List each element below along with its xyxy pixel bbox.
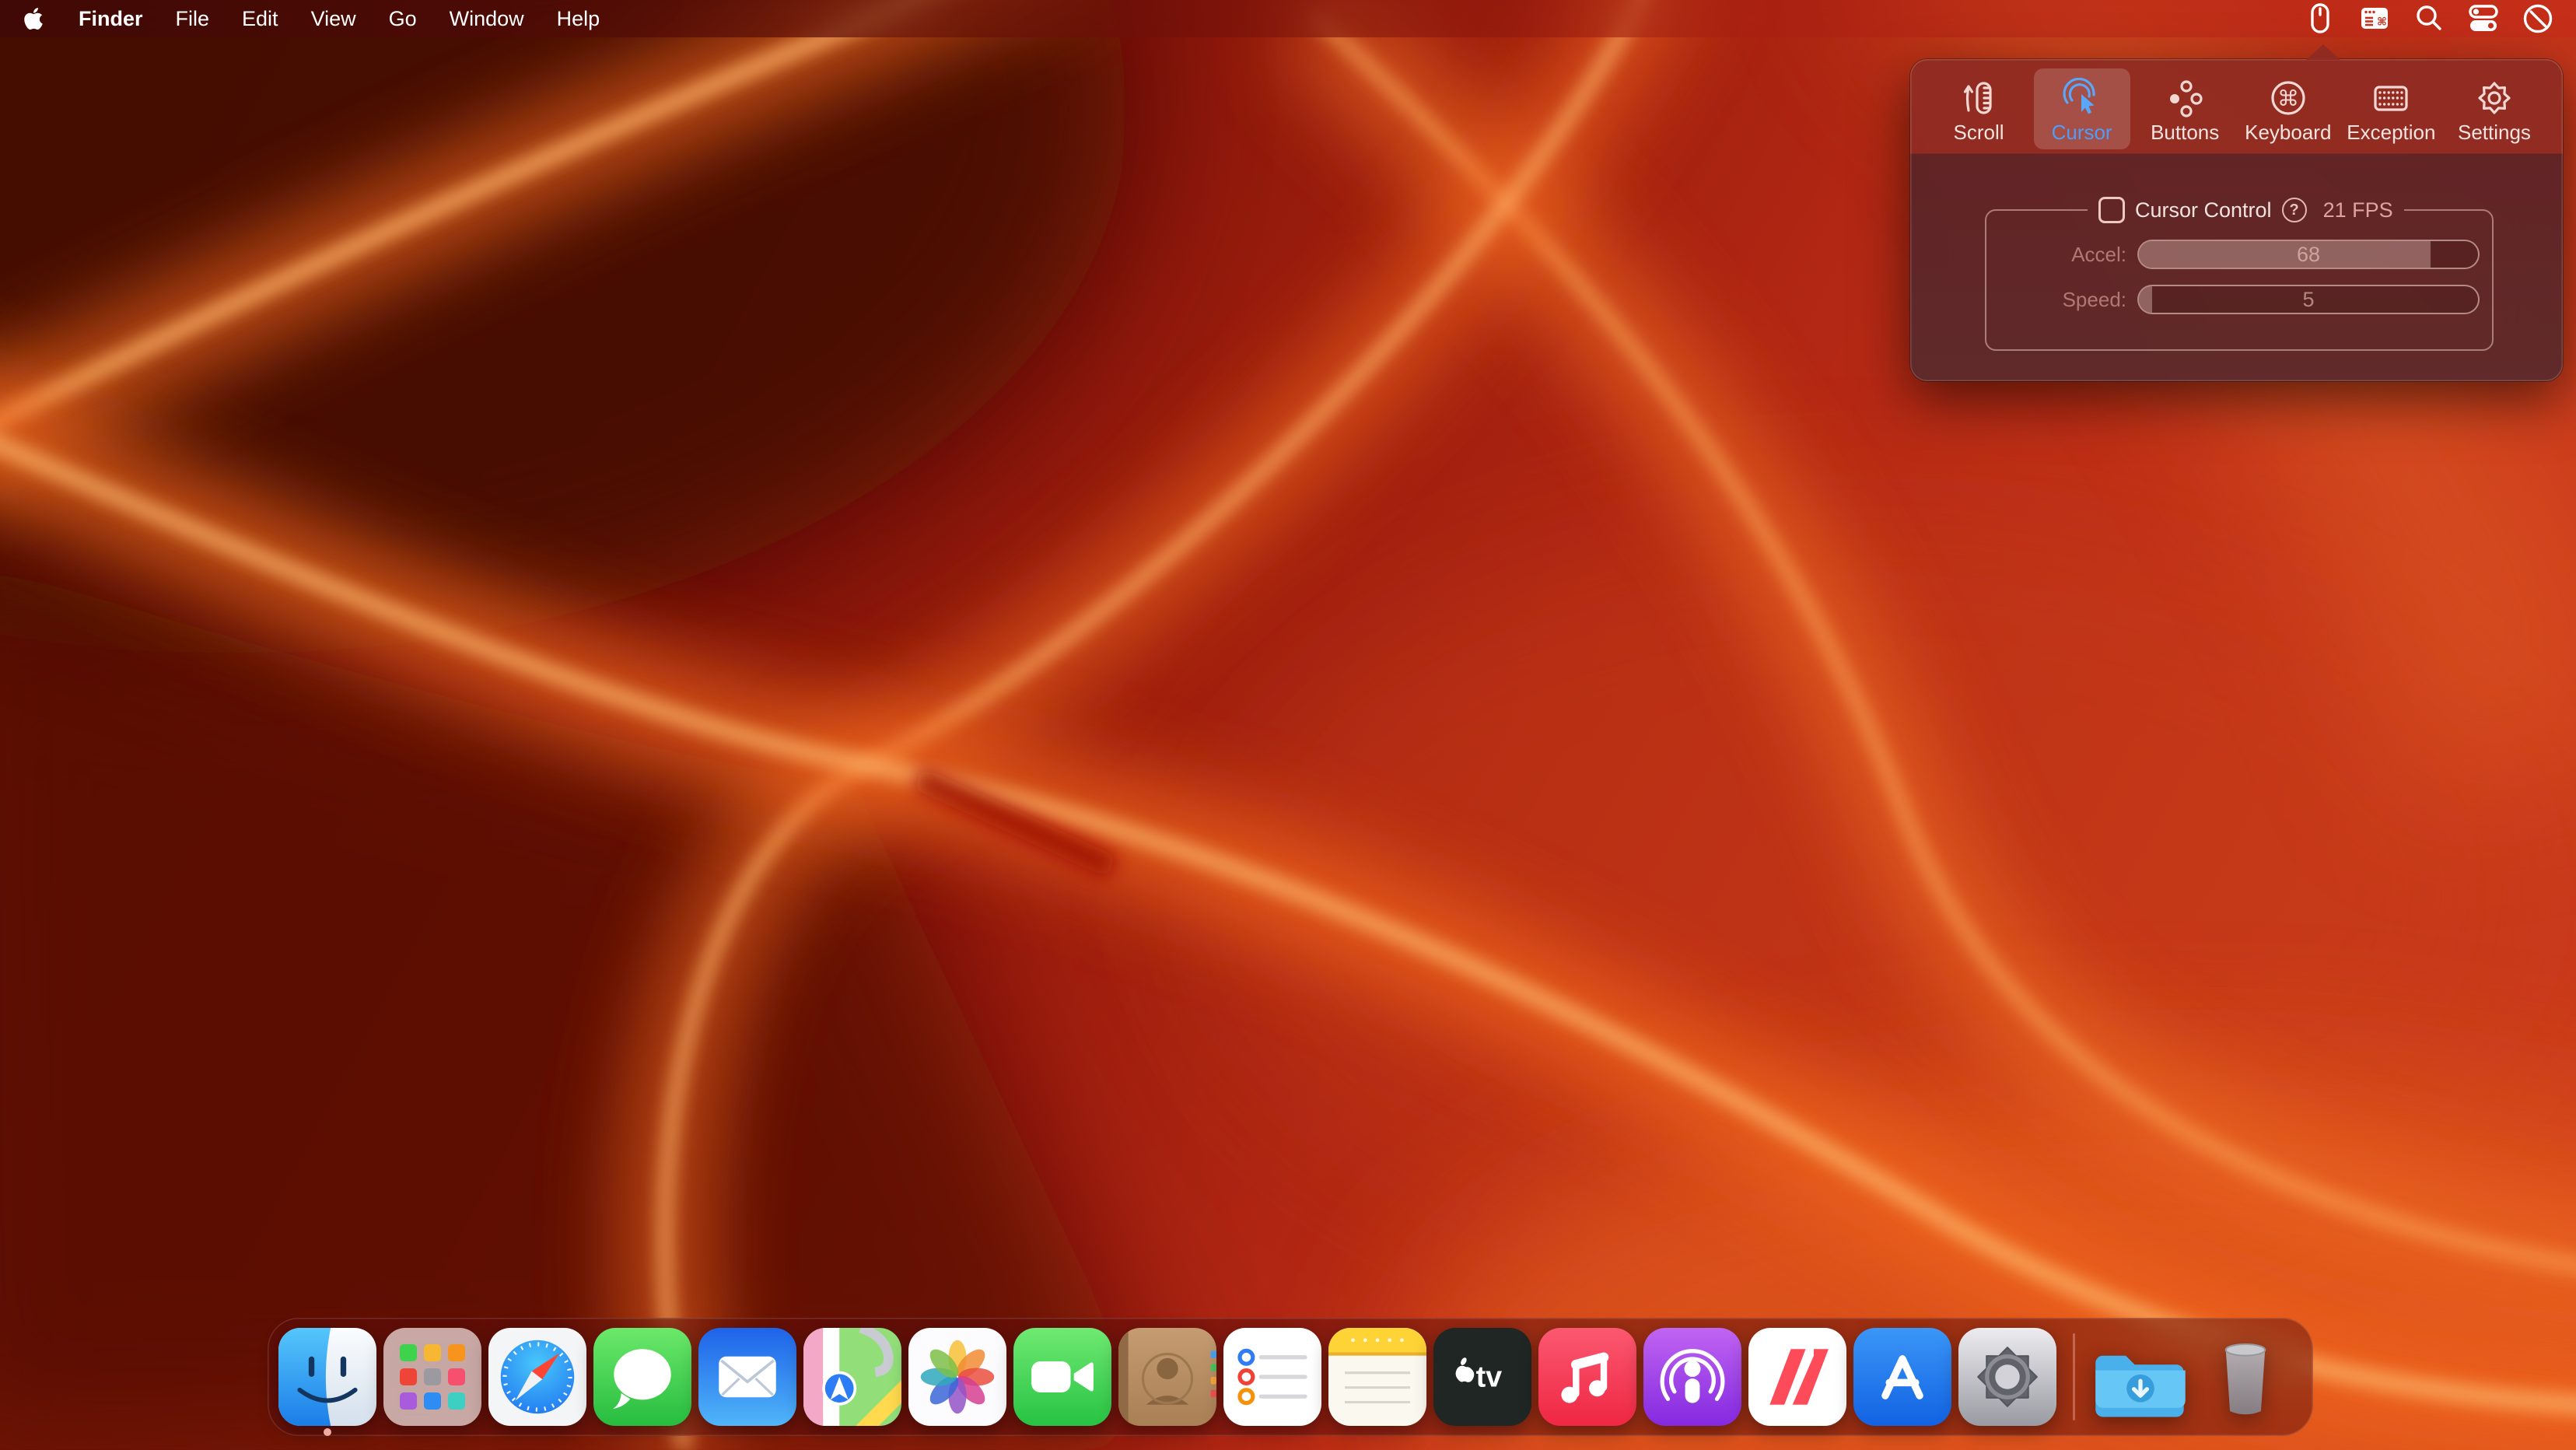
- fps-readout: 21 FPS: [2323, 198, 2393, 222]
- cursor-control-group: Cursor Control ? 21 FPS Accel: 68 Speed:…: [1985, 197, 2494, 351]
- active-app-menu[interactable]: Finder: [62, 0, 159, 37]
- dock-icon-contacts[interactable]: [1118, 1328, 1216, 1426]
- cursor-control-header: Cursor Control ? 21 FPS: [2088, 197, 2404, 223]
- scroll-wheel-icon: [1958, 75, 1999, 118]
- tab-settings[interactable]: Settings: [2446, 68, 2543, 149]
- command-key-icon: ⌘: [2268, 75, 2308, 118]
- dock-icon-mail[interactable]: [698, 1328, 796, 1426]
- mouse-icon[interactable]: [2302, 2, 2338, 36]
- menu-help[interactable]: Help: [541, 0, 617, 37]
- control-center-icon[interactable]: [2466, 2, 2501, 36]
- menu-go[interactable]: Go: [373, 0, 433, 37]
- tab-buttons[interactable]: Buttons: [2137, 68, 2233, 149]
- circle-slash-icon[interactable]: [2520, 2, 2556, 36]
- dock-icon-system-settings[interactable]: [1958, 1328, 2056, 1426]
- tab-label: Settings: [2458, 121, 2531, 143]
- dock-icon-messages[interactable]: [593, 1328, 691, 1426]
- speed-label: Speed:: [2018, 288, 2126, 312]
- dock-icon-downloads-folder[interactable]: [2091, 1328, 2189, 1426]
- keyboard-grid-icon: [2371, 75, 2411, 118]
- shortcuts-window-icon[interactable]: ⌘: [2357, 2, 2392, 36]
- cursor-control-label: Cursor Control: [2135, 198, 2272, 222]
- tab-exception[interactable]: Exception: [2343, 68, 2439, 149]
- tab-keyboard[interactable]: ⌘ Keyboard: [2240, 68, 2336, 149]
- tab-cursor[interactable]: Cursor: [2034, 68, 2130, 149]
- dock-icon-safari[interactable]: [488, 1328, 586, 1426]
- cursor-control-checkbox[interactable]: [2098, 197, 2125, 223]
- tab-label: Scroll: [1953, 121, 2004, 143]
- menu-window[interactable]: Window: [433, 0, 541, 37]
- speed-row: Speed: 5: [2018, 284, 2492, 315]
- speed-slider[interactable]: 5: [2137, 285, 2480, 314]
- dock-icon-reminders[interactable]: [1223, 1328, 1321, 1426]
- dock-icon-notes[interactable]: [1328, 1328, 1426, 1426]
- speed-value: 5: [2139, 286, 2478, 313]
- spotlight-search-icon[interactable]: [2411, 2, 2447, 36]
- popover-tab-bar: Scroll Cursor Buttons ⌘ Keyboard Excepti…: [1910, 59, 2563, 153]
- dock: tv: [268, 1318, 2313, 1436]
- finder-running-indicator: [324, 1428, 331, 1436]
- cursor-click-icon: [2062, 75, 2102, 118]
- dock-icon-facetime[interactable]: [1013, 1328, 1111, 1426]
- gear-icon: [2474, 75, 2515, 118]
- svg-text:⌘: ⌘: [2377, 16, 2387, 29]
- accel-row: Accel: 68: [2018, 239, 2492, 270]
- dock-icon-podcasts[interactable]: [1643, 1328, 1741, 1426]
- menu-bar-status-icons: ⌘: [2302, 2, 2556, 36]
- dock-icon-tv[interactable]: tv: [1433, 1328, 1531, 1426]
- menu-file[interactable]: File: [159, 0, 226, 37]
- popover-arrow: [2306, 44, 2340, 60]
- dock-icon-launchpad[interactable]: [383, 1328, 481, 1426]
- dock-icon-app-store[interactable]: [1853, 1328, 1951, 1426]
- dock-icon-finder[interactable]: [278, 1328, 376, 1426]
- tab-label: Exception: [2347, 121, 2435, 143]
- apple-menu[interactable]: [16, 6, 51, 31]
- tab-label: Keyboard: [2245, 121, 2331, 143]
- menu-view[interactable]: View: [295, 0, 373, 37]
- mouse-utility-popover: Scroll Cursor Buttons ⌘ Keyboard Excepti…: [1910, 59, 2563, 381]
- menu-edit[interactable]: Edit: [226, 0, 295, 37]
- dock-icon-news[interactable]: [1748, 1328, 1846, 1426]
- menu-bar: Finder File Edit View Go Window Help ⌘: [0, 0, 2576, 37]
- svg-text:tv: tv: [1476, 1361, 1503, 1394]
- tab-label: Buttons: [2151, 121, 2219, 143]
- command-glyph: ⌘: [2277, 86, 2299, 111]
- tab-label: Cursor: [2052, 121, 2112, 143]
- apple-logo-icon: [23, 6, 44, 31]
- dock-icon-photos[interactable]: [908, 1328, 1006, 1426]
- dock-divider: [2073, 1333, 2075, 1420]
- accel-slider[interactable]: 68: [2137, 240, 2480, 269]
- accel-label: Accel:: [2018, 243, 2126, 267]
- mouse-buttons-icon: [2165, 75, 2205, 118]
- dock-icon-music[interactable]: [1538, 1328, 1636, 1426]
- dock-icon-maps[interactable]: [803, 1328, 901, 1426]
- accel-value: 68: [2139, 241, 2478, 268]
- dock-icon-trash[interactable]: [2196, 1328, 2294, 1426]
- cursor-panel: Cursor Control ? 21 FPS Accel: 68 Speed:…: [1910, 153, 2563, 351]
- tab-scroll[interactable]: Scroll: [1930, 68, 2027, 149]
- help-icon[interactable]: ?: [2282, 198, 2307, 222]
